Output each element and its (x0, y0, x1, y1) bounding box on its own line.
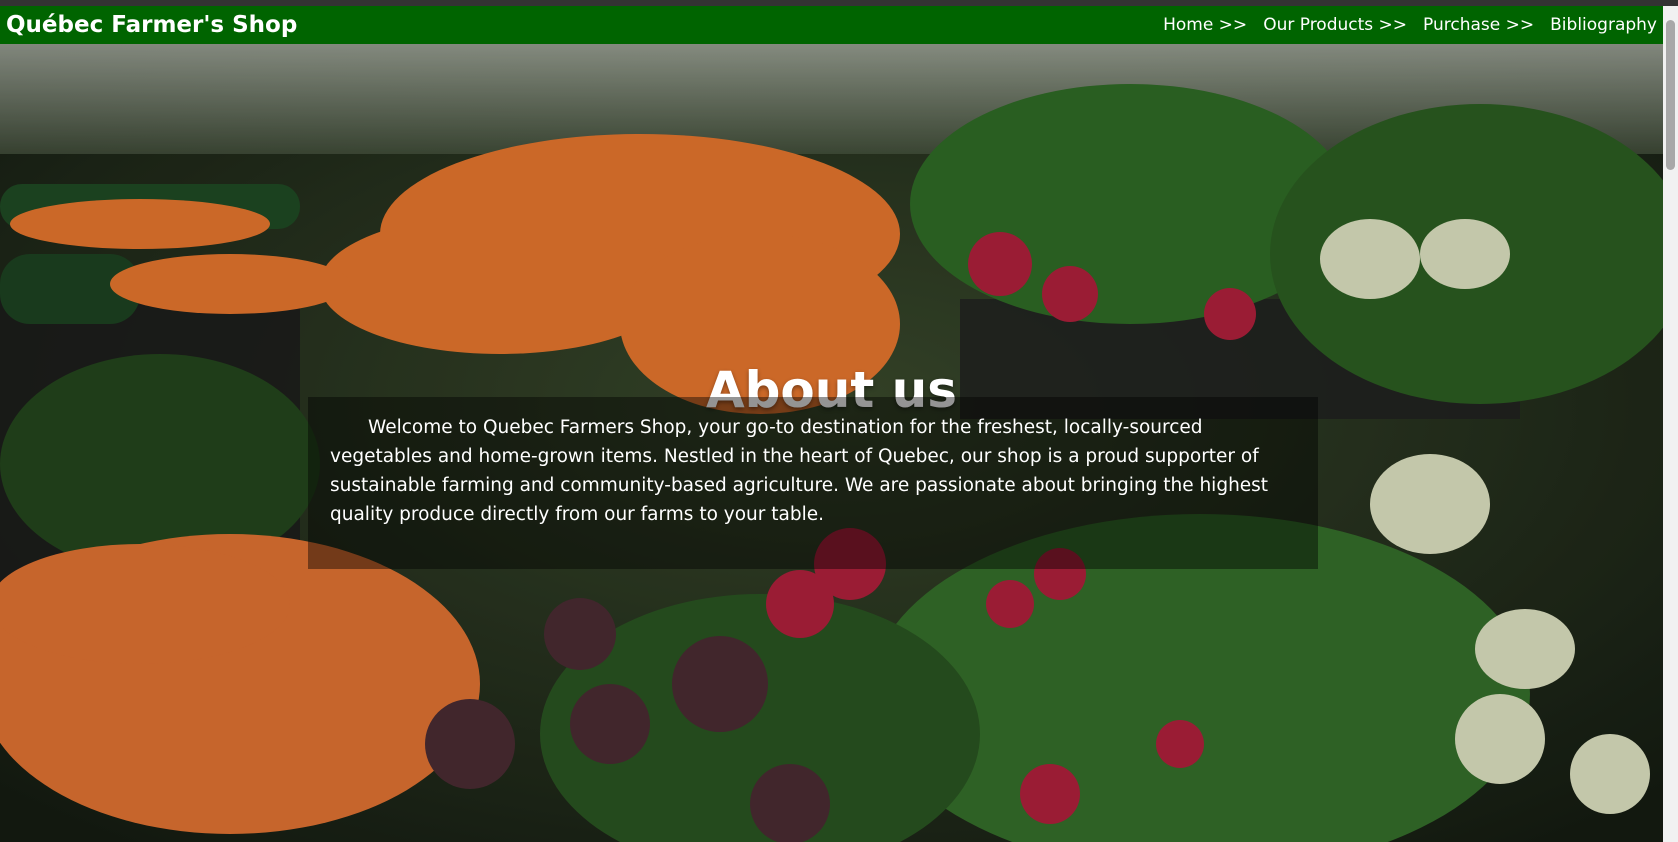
top-navbar: Québec Farmer's Shop Home >> Our Product… (0, 6, 1663, 44)
scrollbar-thumb[interactable] (1666, 20, 1675, 170)
nav-purchase-link[interactable]: Purchase >> (1423, 15, 1534, 35)
about-us-description: Welcome to Quebec Farmers Shop, your go-… (308, 397, 1318, 569)
nav-home-link[interactable]: Home >> (1163, 15, 1247, 35)
nav-bibliography-link[interactable]: Bibliography (1550, 15, 1657, 35)
hero-section: About us Welcome to Quebec Farmers Shop,… (0, 44, 1663, 842)
nav-our-products-link[interactable]: Our Products >> (1263, 15, 1407, 35)
brand-title[interactable]: Québec Farmer's Shop (6, 12, 297, 38)
hero-content: About us Welcome to Quebec Farmers Shop,… (0, 44, 1663, 842)
vertical-scrollbar[interactable] (1663, 6, 1678, 842)
nav-links: Home >> Our Products >> Purchase >> Bibl… (1163, 15, 1657, 35)
